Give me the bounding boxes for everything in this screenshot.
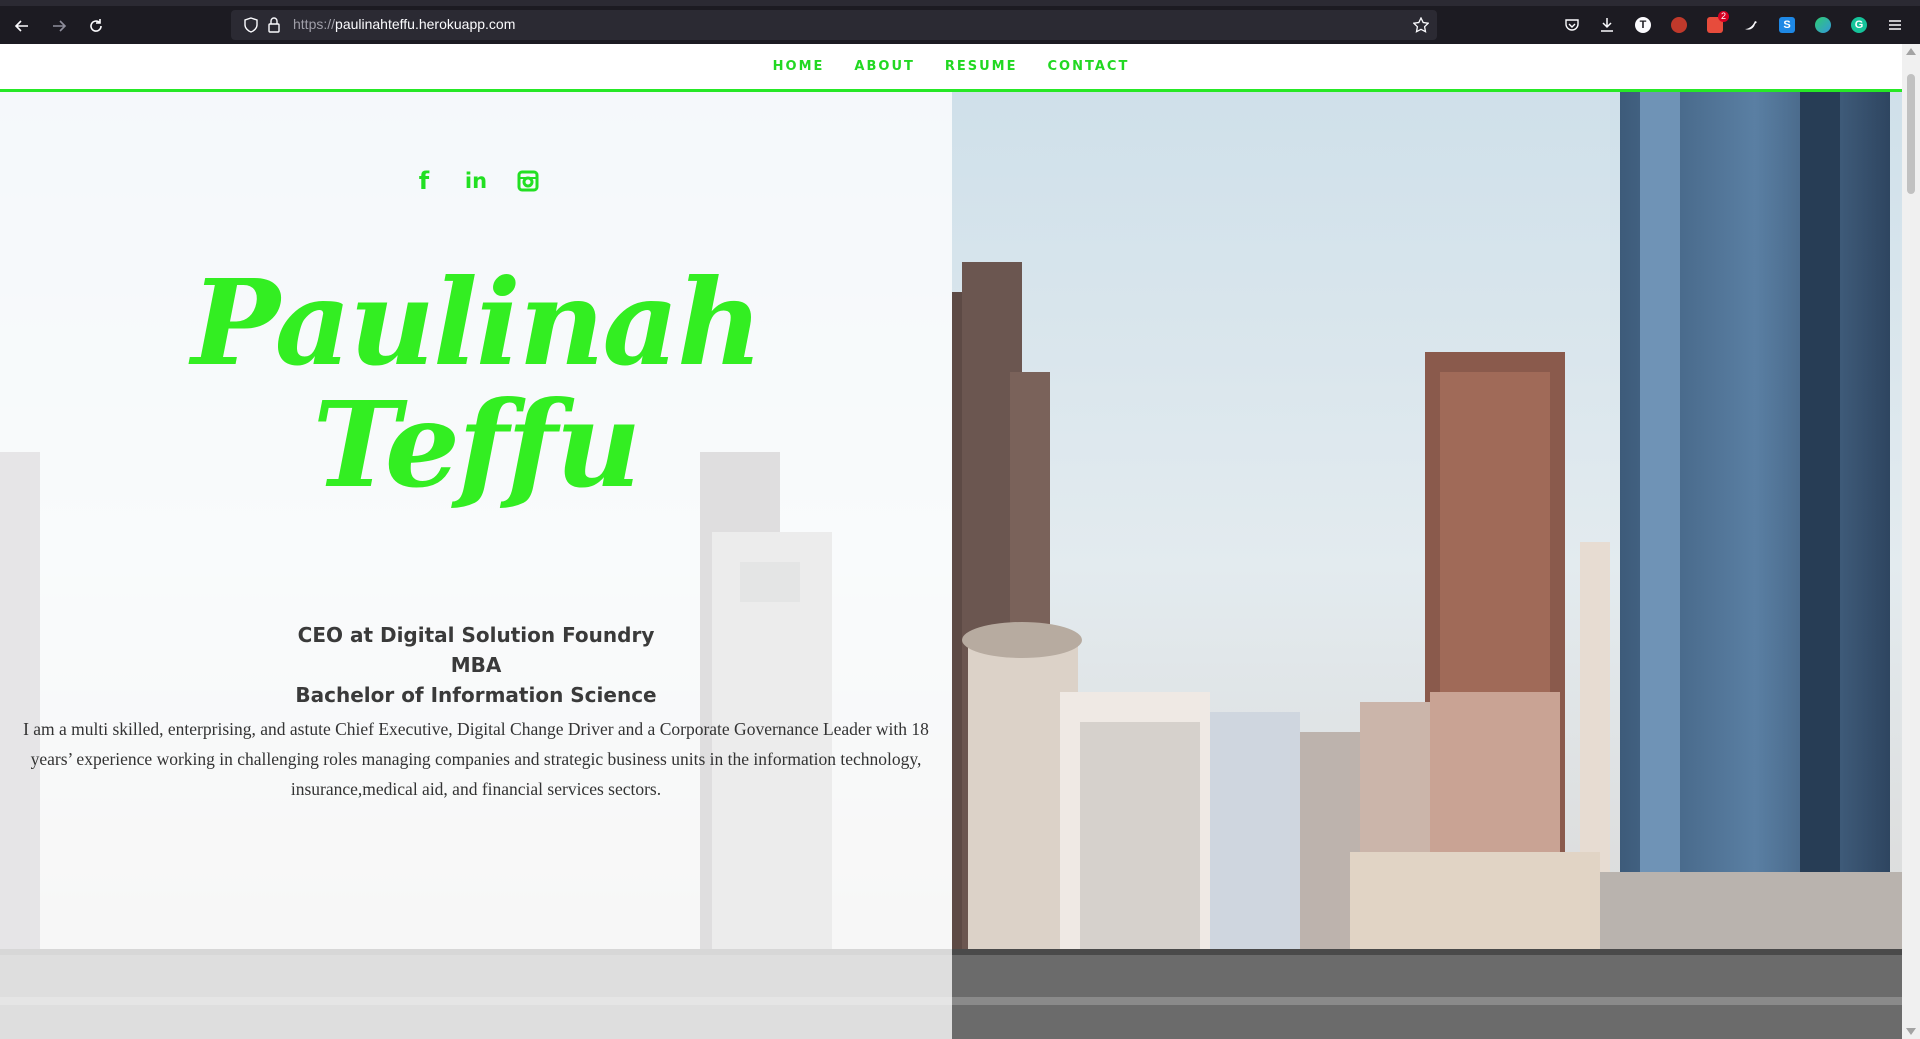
facebook-icon[interactable]: f xyxy=(411,167,437,195)
page-scrollbar[interactable] xyxy=(1902,44,1920,1039)
social-links: f in xyxy=(0,167,952,195)
nav-about[interactable]: ABOUT xyxy=(852,59,916,74)
s-extension-icon: S xyxy=(1779,17,1795,33)
address-bar[interactable]: https://paulinahteffu.herokuapp.com xyxy=(231,10,1437,40)
extension-bird[interactable] xyxy=(1740,14,1762,36)
downloads-button[interactable] xyxy=(1596,14,1618,36)
forward-arrow-icon xyxy=(53,20,67,32)
grammarly-icon: G xyxy=(1851,17,1867,33)
url-host: paulinahteffu.herokuapp.com xyxy=(335,16,516,32)
back-button[interactable] xyxy=(8,12,36,40)
hamburger-menu-icon xyxy=(1889,20,1901,30)
app-menu-button[interactable] xyxy=(1884,14,1906,36)
extension-badge-count: 2 xyxy=(1717,11,1729,22)
hero-name: Paulinah Teffu xyxy=(0,262,952,506)
pocket-icon xyxy=(1565,19,1579,31)
nav-contact[interactable]: CONTACT xyxy=(1046,59,1132,74)
scroll-up-arrow-icon[interactable] xyxy=(1906,48,1916,55)
download-icon xyxy=(1601,18,1613,32)
instagram-icon[interactable] xyxy=(515,168,541,194)
browser-toolbar: https://paulinahteffu.herokuapp.com T 2 … xyxy=(0,0,1920,44)
hero-section: f in Paulinah Teffu CEO at Digital Solut… xyxy=(0,92,1902,1039)
reload-icon xyxy=(90,19,102,32)
title-degree: Bachelor of Information Science xyxy=(295,683,657,707)
back-arrow-icon xyxy=(14,20,28,32)
site-nav: HOME ABOUT RESUME CONTACT xyxy=(0,44,1902,92)
page-viewport: HOME ABOUT RESUME CONTACT f in Paulinah … xyxy=(0,44,1902,1039)
bookmark-star-icon[interactable] xyxy=(1413,17,1429,33)
globe-extension-icon xyxy=(1815,17,1831,33)
linkedin-icon[interactable]: in xyxy=(463,168,489,194)
t-extension-icon: T xyxy=(1635,17,1651,33)
nav-home[interactable]: HOME xyxy=(771,59,827,74)
extension-grammarly[interactable]: G xyxy=(1848,14,1870,36)
forward-button[interactable] xyxy=(45,12,73,40)
title-ceo: CEO at Digital Solution Foundry xyxy=(297,623,655,647)
lock-icon[interactable] xyxy=(267,17,281,33)
url-text[interactable]: https://paulinahteffu.herokuapp.com xyxy=(293,16,515,32)
hero-name-first: Paulinah xyxy=(191,253,763,392)
extension-shield[interactable] xyxy=(1668,14,1690,36)
scroll-down-arrow-icon[interactable] xyxy=(1906,1028,1916,1035)
pocket-button[interactable] xyxy=(1561,14,1583,36)
url-protocol: https:// xyxy=(293,16,336,32)
hero-text-panel xyxy=(0,92,952,1039)
shield-icon[interactable] xyxy=(243,17,259,33)
title-mba: MBA xyxy=(450,653,502,677)
bird-extension-icon xyxy=(1745,21,1757,30)
extension-t[interactable]: T xyxy=(1632,14,1654,36)
hero-titles: CEO at Digital Solution Foundry MBA Bach… xyxy=(0,620,952,710)
extension-gift[interactable]: 2 xyxy=(1704,11,1729,36)
nav-resume[interactable]: RESUME xyxy=(943,59,1020,74)
red-shield-extension-icon xyxy=(1671,17,1687,33)
hero-name-last: Teffu xyxy=(312,375,642,514)
scroll-thumb[interactable] xyxy=(1907,74,1915,194)
hero-bio: I am a multi skilled, enterprising, and … xyxy=(23,719,929,799)
reload-button[interactable] xyxy=(82,12,110,40)
extension-s[interactable]: S xyxy=(1776,14,1798,36)
extension-globe[interactable] xyxy=(1812,14,1834,36)
gift-extension-icon: 2 xyxy=(1707,11,1729,33)
